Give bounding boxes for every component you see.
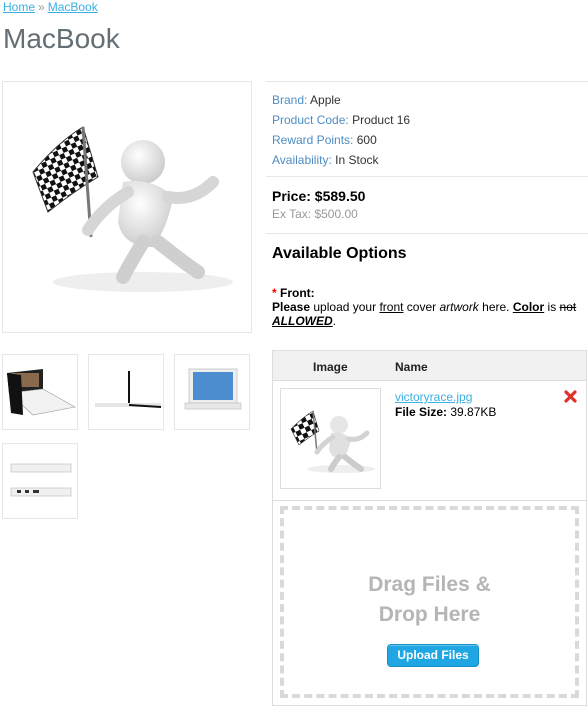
product-code-value: Product 16 xyxy=(352,113,411,127)
thumbnail-2[interactable] xyxy=(88,354,164,430)
page-title: MacBook xyxy=(3,23,120,54)
thumbnail-4[interactable] xyxy=(2,443,78,519)
drop-zone-text: Drag Files & Drop Here xyxy=(284,570,575,630)
instr-here: here. xyxy=(478,300,513,314)
breadcrumb-home-link[interactable]: Home xyxy=(3,0,35,14)
product-info: Brand: Apple Product Code: Product 16 Re… xyxy=(266,81,588,176)
uploaded-file-row: victoryrace.jpg File Size: 39.87KB xyxy=(273,381,586,501)
instr-upload-your: upload your xyxy=(310,300,380,314)
front-option-label: * Front: xyxy=(272,286,582,300)
upload-table-header: Image Name xyxy=(273,351,586,381)
required-asterisk: * xyxy=(272,286,277,300)
upload-files-button[interactable]: Upload Files xyxy=(387,644,479,667)
instr-front: front xyxy=(379,300,404,314)
instr-period: . xyxy=(332,314,336,328)
file-size-value: 39.87KB xyxy=(450,405,497,419)
remove-file-icon[interactable] xyxy=(563,389,578,404)
thumbnail-1[interactable] xyxy=(2,354,78,430)
breadcrumb-separator: » xyxy=(38,0,45,14)
instr-artwork: artwork xyxy=(439,300,479,314)
options-block: Available Options * Front: Please upload… xyxy=(266,233,588,328)
product-code-label: Product Code: xyxy=(272,113,349,127)
instr-cover: cover xyxy=(403,300,440,314)
brand-label: Brand: xyxy=(272,93,308,107)
front-label-text: Front: xyxy=(280,286,315,300)
drop-text-line2: Drop Here xyxy=(378,603,481,626)
reward-points-label: Reward Points: xyxy=(272,133,354,147)
column-header-name: Name xyxy=(395,360,428,374)
availability-label: Availability: xyxy=(272,153,332,167)
file-size: File Size: 39.87KB xyxy=(395,405,496,419)
price-block: Price: $589.50 Ex Tax: $500.00 xyxy=(266,176,588,233)
upload-panel: Image Name victoryrace.jpg File Size: 39… xyxy=(272,350,587,706)
instr-not: not xyxy=(559,300,577,314)
drop-zone[interactable]: Drag Files & Drop Here Upload Files xyxy=(280,506,579,698)
instr-is: is xyxy=(544,300,560,314)
instr-please: Please xyxy=(272,300,311,314)
upload-instructions: Please upload your front cover artwork h… xyxy=(272,300,582,328)
main-product-image[interactable] xyxy=(2,81,252,333)
uploaded-file-link[interactable]: victoryrace.jpg xyxy=(395,390,472,404)
reward-points-value: 600 xyxy=(356,133,377,147)
availability-value: In Stock xyxy=(335,153,379,167)
column-header-image: Image xyxy=(313,360,348,374)
ex-tax-price: Ex Tax: $500.00 xyxy=(272,207,358,221)
thumbnail-3[interactable] xyxy=(174,354,250,430)
product-details: Brand: Apple Product Code: Product 16 Re… xyxy=(266,81,588,328)
breadcrumb-current-link[interactable]: MacBook xyxy=(48,0,98,14)
uploaded-file-thumbnail xyxy=(280,388,381,489)
brand-link[interactable]: Apple xyxy=(310,93,341,107)
drop-text-line1: Drag Files & xyxy=(368,573,491,596)
file-size-label: File Size: xyxy=(395,405,448,419)
breadcrumb: Home» MacBook xyxy=(3,0,98,14)
price: Price: $589.50 xyxy=(272,188,366,204)
options-title: Available Options xyxy=(272,245,407,262)
instr-allowed: ALLOWED xyxy=(272,314,333,328)
instr-color: Color xyxy=(512,300,545,314)
